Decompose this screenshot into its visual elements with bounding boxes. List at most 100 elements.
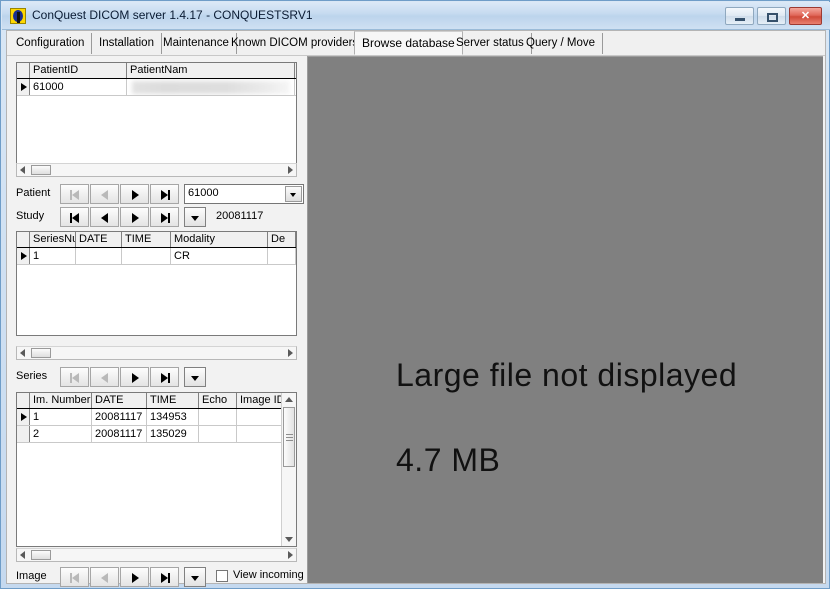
image-last-button[interactable] [150,567,179,587]
maximize-button[interactable] [757,7,786,25]
image-grid-hscrollbar[interactable] [16,548,297,562]
viewer-message: Large file not displayed [396,357,738,393]
patient-col-patientname[interactable]: PatientNam [127,63,295,78]
image-col-imageid[interactable]: Image ID [237,393,282,408]
scroll-thumb[interactable] [31,550,51,560]
image-previous-button[interactable] [90,567,119,587]
series-grid-hscrollbar[interactable] [16,346,297,360]
scroll-left-icon[interactable] [20,349,25,357]
study-dropdown-button[interactable] [184,207,206,227]
cell-image-date: 20081117 [92,409,147,425]
study-nav-label: Study [16,210,45,222]
series-col-description[interactable]: De [268,232,296,247]
close-icon: ✕ [800,10,811,22]
cell-series-date [76,248,122,264]
image-col-date[interactable]: DATE [92,393,147,408]
patient-nav-row: Patient 61000 [16,184,304,204]
chevron-down-icon[interactable] [285,186,302,202]
image-next-button[interactable] [120,567,149,587]
scroll-thumb[interactable] [31,348,51,358]
row-indicator-header [17,232,30,247]
patient-first-button[interactable] [60,184,89,204]
row-indicator [17,248,30,264]
series-grid[interactable]: SeriesNu DATE TIME Modality De 1 CR [16,231,297,336]
browse-panel: PatientID PatientNam 61000 Patient 61000… [9,56,306,587]
patient-previous-button[interactable] [90,184,119,204]
maximize-icon [767,13,778,22]
tab-strip: Configuration Installation Maintenance K… [7,31,825,56]
cell-image-number: 2 [30,426,92,442]
scroll-right-icon[interactable] [288,551,293,559]
series-col-modality[interactable]: Modality [171,232,268,247]
cell-image-echo [199,409,237,425]
study-date-value: 20081117 [216,210,264,222]
table-row[interactable]: 2 20081117 135029 [17,426,296,443]
window-title: ConQuest DICOM server 1.4.17 - CONQUESTS… [32,8,313,22]
tab-configuration[interactable]: Configuration [9,33,93,54]
table-row[interactable]: 1 CR [17,248,296,265]
scroll-right-icon[interactable] [288,166,293,174]
row-indicator [17,79,30,95]
image-grid-vscrollbar[interactable] [281,393,296,546]
patient-col-patientid[interactable]: PatientID [30,63,127,78]
series-dropdown-button[interactable] [184,367,206,387]
minimize-icon [735,18,745,21]
cell-image-id [237,409,282,425]
tab-browse-database[interactable]: Browse database [354,31,463,55]
tab-known-dicom-providers[interactable]: Known DICOM providers [224,33,367,54]
cell-image-time: 135029 [147,426,199,442]
scroll-down-icon[interactable] [285,537,293,542]
image-first-button[interactable] [60,567,89,587]
image-grid-header: Im. Number DATE TIME Echo Image ID [17,393,296,409]
image-dropdown-button[interactable] [184,567,206,587]
study-last-button[interactable] [150,207,179,227]
series-nav-label: Series [16,370,48,382]
image-viewer-panel[interactable]: Large file not displayed 4.7 MB [307,56,823,583]
series-col-seriesnumber[interactable]: SeriesNu [30,232,76,247]
patient-nav-label: Patient [16,187,51,199]
cell-series-time [122,248,171,264]
scroll-up-icon[interactable] [285,397,293,402]
close-button[interactable]: ✕ [789,7,822,25]
patient-next-button[interactable] [120,184,149,204]
image-col-echo[interactable]: Echo [199,393,237,408]
study-first-button[interactable] [60,207,89,227]
scroll-left-icon[interactable] [20,551,25,559]
series-previous-button[interactable] [90,367,119,387]
patient-grid[interactable]: PatientID PatientNam 61000 [16,62,297,167]
series-first-button[interactable] [60,367,89,387]
cell-image-echo [199,426,237,442]
table-row[interactable]: 61000 [17,79,296,96]
cell-image-id [237,426,282,442]
conquest-app-icon [10,8,26,24]
image-grid[interactable]: Im. Number DATE TIME Echo Image ID 1 200… [16,392,297,547]
series-nav-row: Series [16,367,301,387]
redacted-patient-name [132,81,290,94]
patient-id-combo[interactable]: 61000 [184,184,304,204]
patient-last-button[interactable] [150,184,179,204]
client-area: Configuration Installation Maintenance K… [6,30,826,587]
series-next-button[interactable] [120,367,149,387]
image-col-time[interactable]: TIME [147,393,199,408]
minimize-button[interactable] [725,7,754,25]
study-previous-button[interactable] [90,207,119,227]
scroll-thumb[interactable] [31,165,51,175]
table-row[interactable]: 1 20081117 134953 [17,409,296,426]
image-nav-label: Image [16,570,47,582]
row-indicator [17,409,30,425]
row-indicator-header [17,393,30,408]
image-col-imagenumber[interactable]: Im. Number [30,393,92,408]
tab-installation[interactable]: Installation [92,33,162,54]
viewer-file-size: 4.7 MB [396,442,501,478]
patient-grid-hscrollbar[interactable] [16,163,297,177]
scroll-left-icon[interactable] [20,166,25,174]
study-next-button[interactable] [120,207,149,227]
series-last-button[interactable] [150,367,179,387]
series-col-time[interactable]: TIME [122,232,171,247]
checkbox-box[interactable] [216,570,228,582]
scroll-thumb[interactable] [283,407,295,467]
series-col-date[interactable]: DATE [76,232,122,247]
tab-query-move[interactable]: Query / Move [519,33,604,54]
scroll-right-icon[interactable] [288,349,293,357]
study-nav-row: Study 20081117 [16,207,301,227]
